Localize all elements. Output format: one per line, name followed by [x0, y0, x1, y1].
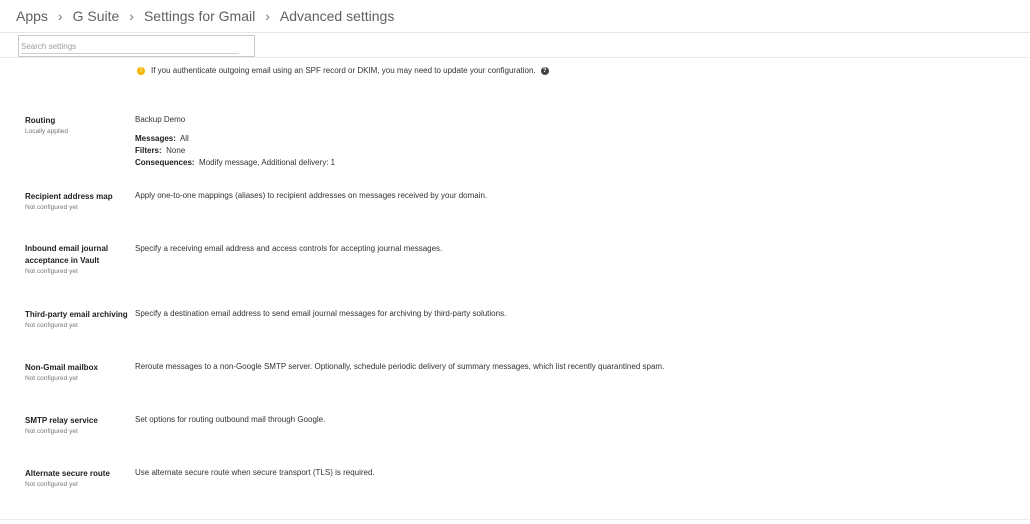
- setting-status: Not configured yet: [25, 268, 78, 275]
- messages-label: Messages:: [135, 134, 176, 143]
- setting-third-party-archiving[interactable]: Third-party email archiving Not configur…: [0, 308, 1030, 338]
- consequences-label: Consequences:: [135, 158, 195, 167]
- setting-status: Not configured yet: [25, 375, 78, 382]
- setting-status: Not configured yet: [25, 428, 78, 435]
- header-divider: [0, 32, 1030, 33]
- breadcrumb-gmail-settings[interactable]: Settings for Gmail: [144, 8, 255, 24]
- chevron-right-icon: ›: [265, 8, 270, 24]
- chevron-right-icon: ›: [57, 8, 63, 24]
- setting-name: Non-Gmail mailbox Not configured yet: [25, 362, 130, 383]
- breadcrumb-apps[interactable]: Apps: [16, 8, 48, 24]
- setting-status: Locally applied: [25, 128, 69, 135]
- setting-inbound-journal-acceptance[interactable]: Inbound email journal acceptance in Vaul…: [0, 243, 1030, 283]
- setting-name: SMTP relay service Not configured yet: [25, 415, 130, 436]
- setting-title: Third-party email archiving: [25, 310, 128, 319]
- setting-title: Non-Gmail mailbox: [25, 363, 98, 372]
- setting-routing[interactable]: Routing Locally applied Backup Demo Mess…: [0, 114, 1030, 172]
- filters-label: Filters:: [135, 146, 162, 155]
- setting-title: SMTP relay service: [25, 416, 98, 425]
- breadcrumb-g-suite[interactable]: G Suite: [73, 8, 120, 24]
- setting-name: Recipient address map Not configured yet: [25, 191, 130, 212]
- setting-alternate-secure-route[interactable]: Alternate secure route Not configured ye…: [0, 467, 1030, 497]
- filters-value: None: [166, 146, 186, 155]
- breadcrumb: Apps › G Suite › Settings for Gmail › Ad…: [16, 6, 394, 26]
- setting-title: Routing: [25, 116, 56, 125]
- messages-value: All: [179, 134, 189, 143]
- spf-dkim-notice: ! If you authenticate outgoing email usi…: [137, 66, 549, 75]
- setting-recipient-address-map[interactable]: Recipient address map Not configured yet…: [0, 190, 1030, 220]
- search-divider: [0, 57, 1030, 58]
- routing-filters: Filters: None: [135, 145, 185, 157]
- setting-description: Specify a receiving email address and ac…: [135, 244, 443, 253]
- consequences-value: Modify message, Additional delivery: 1: [199, 158, 336, 167]
- footer-divider: [0, 519, 1030, 520]
- warning-icon: !: [137, 66, 145, 75]
- notice-text: If you authenticate outgoing email using…: [151, 66, 536, 75]
- help-icon[interactable]: ?: [540, 66, 549, 75]
- routing-consequences: Consequences: Modify message, Additional…: [135, 157, 335, 169]
- setting-description: Reroute messages to a non-Google SMTP se…: [135, 362, 665, 371]
- setting-status: Not configured yet: [25, 322, 78, 329]
- setting-status: Not configured yet: [25, 481, 78, 488]
- search-input[interactable]: [21, 41, 239, 54]
- routing-messages: Messages: All: [135, 133, 189, 145]
- breadcrumb-advanced-settings: Advanced settings: [279, 8, 395, 24]
- setting-name: Third-party email archiving Not configur…: [25, 309, 133, 330]
- search-box: [18, 35, 255, 57]
- setting-description: Use alternate secure route when secure t…: [135, 468, 375, 477]
- setting-name: Routing Locally applied: [25, 115, 130, 136]
- setting-title: Inbound email journal acceptance in Vaul…: [25, 244, 109, 265]
- setting-description: Specify a destination email address to s…: [135, 309, 507, 318]
- setting-name: Alternate secure route Not configured ye…: [25, 468, 130, 489]
- setting-name: Inbound email journal acceptance in Vaul…: [25, 243, 120, 276]
- setting-non-gmail-mailbox[interactable]: Non-Gmail mailbox Not configured yet Rer…: [0, 361, 1030, 391]
- setting-title: Recipient address map: [25, 192, 113, 201]
- setting-description: Set options for routing outbound mail th…: [135, 415, 326, 424]
- routing-rule-name: Backup Demo: [135, 115, 186, 124]
- setting-smtp-relay[interactable]: SMTP relay service Not configured yet Se…: [0, 414, 1030, 444]
- setting-status: Not configured yet: [25, 204, 78, 211]
- setting-title: Alternate secure route: [25, 469, 110, 478]
- chevron-right-icon: ›: [129, 8, 134, 24]
- setting-description: Apply one-to-one mappings (aliases) to r…: [135, 191, 488, 200]
